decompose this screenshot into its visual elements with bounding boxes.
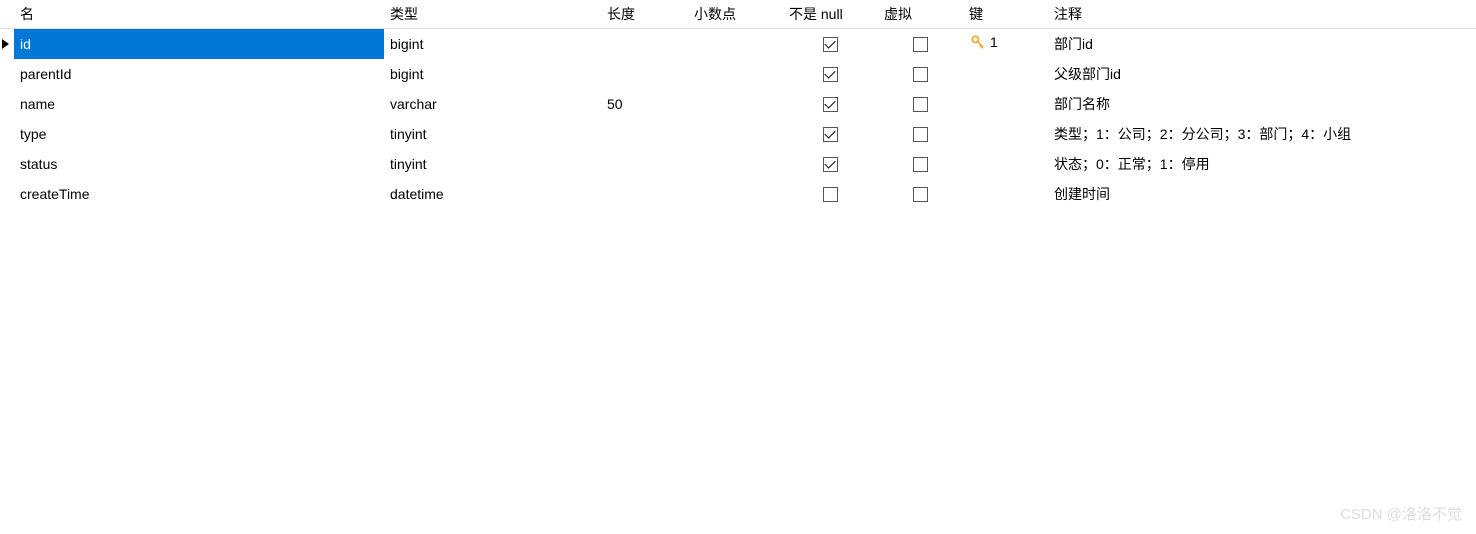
header-type[interactable]: 类型 [384, 0, 601, 29]
row-indicator-cell [0, 89, 14, 119]
cell-notnull[interactable] [783, 179, 878, 209]
cell-comment[interactable]: 状态；0：正常；1：停用 [1048, 149, 1476, 179]
table-row[interactable]: idbigint 1 部门id [0, 29, 1476, 59]
cell-comment[interactable]: 父级部门id [1048, 59, 1476, 89]
virtual-checkbox[interactable] [913, 157, 928, 172]
header-virtual[interactable]: 虚拟 [878, 0, 963, 29]
cell-comment[interactable]: 类型；1：公司；2：分公司；3：部门；4：小组 [1048, 119, 1476, 149]
table-row[interactable]: parentIdbigint 父级部门id [0, 59, 1476, 89]
cell-key[interactable] [963, 89, 1048, 119]
cell-type[interactable]: bigint [384, 59, 601, 89]
header-length[interactable]: 长度 [601, 0, 688, 29]
cell-key[interactable]: 1 [963, 29, 1048, 59]
cell-virtual[interactable] [878, 89, 963, 119]
notnull-checkbox[interactable] [823, 187, 838, 202]
key-icon [969, 33, 987, 51]
table-row[interactable]: statustinyint 状态；0：正常；1：停用 [0, 149, 1476, 179]
cell-name[interactable]: status [14, 149, 384, 179]
notnull-checkbox[interactable] [823, 127, 838, 142]
cell-name[interactable]: id [14, 29, 384, 59]
row-indicator-cell [0, 59, 14, 89]
notnull-checkbox[interactable] [823, 157, 838, 172]
notnull-checkbox[interactable] [823, 97, 838, 112]
cell-length[interactable] [601, 119, 688, 149]
header-key[interactable]: 键 [963, 0, 1048, 29]
cell-comment[interactable]: 部门名称 [1048, 89, 1476, 119]
cell-virtual[interactable] [878, 119, 963, 149]
cell-virtual[interactable] [878, 179, 963, 209]
cell-decimal[interactable] [688, 119, 783, 149]
cell-name[interactable]: type [14, 119, 384, 149]
cell-type[interactable]: tinyint [384, 149, 601, 179]
cell-name[interactable]: name [14, 89, 384, 119]
virtual-checkbox[interactable] [913, 37, 928, 52]
cell-virtual[interactable] [878, 29, 963, 59]
table-row[interactable]: createTimedatetime 创建时间 [0, 179, 1476, 209]
cell-notnull[interactable] [783, 89, 878, 119]
row-indicator-cell [0, 149, 14, 179]
virtual-checkbox[interactable] [913, 97, 928, 112]
cell-key[interactable] [963, 179, 1048, 209]
cell-virtual[interactable] [878, 59, 963, 89]
cell-notnull[interactable] [783, 59, 878, 89]
row-indicator-cell [0, 119, 14, 149]
notnull-checkbox[interactable] [823, 37, 838, 52]
cell-key[interactable] [963, 59, 1048, 89]
cell-type[interactable]: varchar [384, 89, 601, 119]
cell-notnull[interactable] [783, 119, 878, 149]
header-name[interactable]: 名 [14, 0, 384, 29]
cell-decimal[interactable] [688, 179, 783, 209]
cell-virtual[interactable] [878, 149, 963, 179]
header-notnull[interactable]: 不是 null [783, 0, 878, 29]
table-header-row: 名 类型 长度 小数点 不是 null 虚拟 键 注释 [0, 0, 1476, 29]
notnull-checkbox[interactable] [823, 67, 838, 82]
row-indicator-cell [0, 29, 14, 59]
cell-comment[interactable]: 部门id [1048, 29, 1476, 59]
cell-length[interactable] [601, 59, 688, 89]
cell-decimal[interactable] [688, 149, 783, 179]
cell-name[interactable]: parentId [14, 59, 384, 89]
cell-length[interactable]: 50 [601, 89, 688, 119]
cell-key[interactable] [963, 149, 1048, 179]
virtual-checkbox[interactable] [913, 67, 928, 82]
cell-length[interactable] [601, 179, 688, 209]
cell-comment[interactable]: 创建时间 [1048, 179, 1476, 209]
watermark-text: CSDN @洛洛不觉 [1340, 503, 1462, 524]
cell-length[interactable] [601, 149, 688, 179]
cell-key[interactable] [963, 119, 1048, 149]
cell-name[interactable]: createTime [14, 179, 384, 209]
header-decimal[interactable]: 小数点 [688, 0, 783, 29]
primary-key-indicator: 1 [969, 33, 998, 51]
virtual-checkbox[interactable] [913, 127, 928, 142]
current-row-indicator-icon [2, 39, 9, 49]
cell-type[interactable]: bigint [384, 29, 601, 59]
cell-notnull[interactable] [783, 149, 878, 179]
header-comment[interactable]: 注释 [1048, 0, 1476, 29]
key-number: 1 [990, 34, 998, 50]
table-row[interactable]: namevarchar50 部门名称 [0, 89, 1476, 119]
cell-decimal[interactable] [688, 59, 783, 89]
cell-decimal[interactable] [688, 89, 783, 119]
fields-table[interactable]: 名 类型 长度 小数点 不是 null 虚拟 键 注释 idbigint 1 部门… [0, 0, 1476, 209]
row-indicator-cell [0, 179, 14, 209]
cell-type[interactable]: tinyint [384, 119, 601, 149]
cell-notnull[interactable] [783, 29, 878, 59]
cell-decimal[interactable] [688, 29, 783, 59]
cell-length[interactable] [601, 29, 688, 59]
table-row[interactable]: typetinyint 类型；1：公司；2：分公司；3：部门；4：小组 [0, 119, 1476, 149]
virtual-checkbox[interactable] [913, 187, 928, 202]
cell-type[interactable]: datetime [384, 179, 601, 209]
